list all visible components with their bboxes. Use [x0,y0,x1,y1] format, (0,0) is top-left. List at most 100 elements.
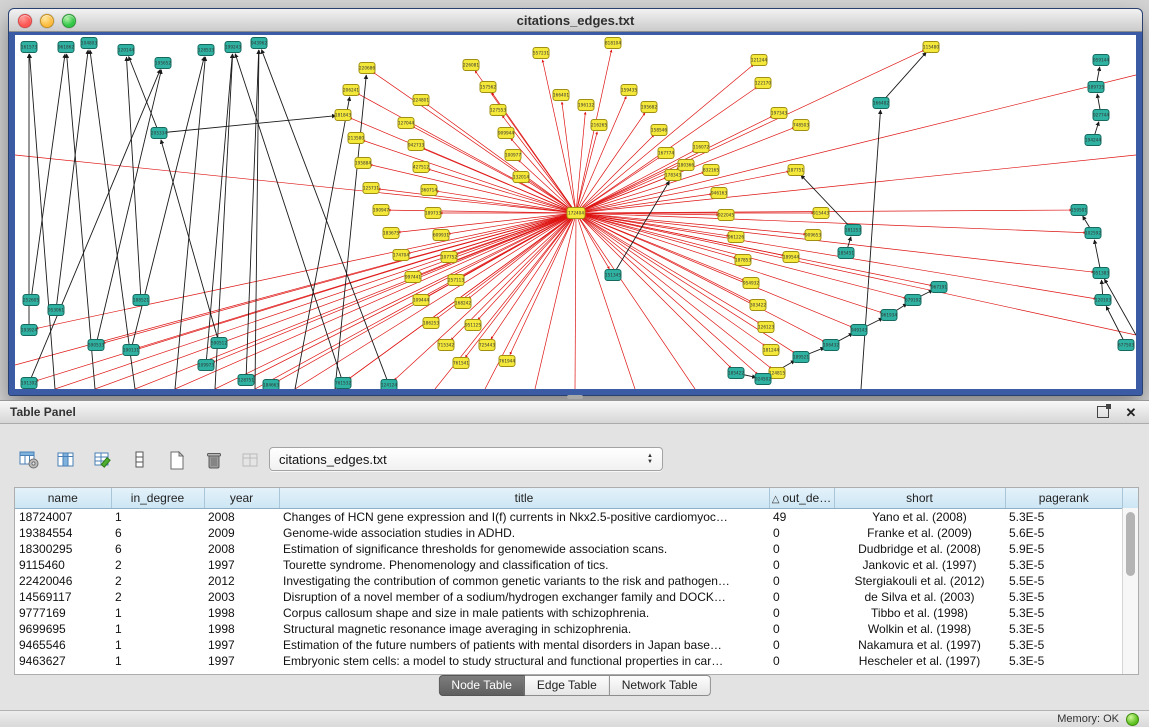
table-row[interactable]: 1830029562008Estimation of significance … [15,541,1122,557]
graph-node[interactable]: 151345 [605,270,621,281]
graph-node[interactable]: 102592 [1085,228,1101,239]
graph-node[interactable]: 184663 [263,380,279,390]
graph-node[interactable]: 121244 [751,55,767,66]
graph-node[interactable]: 954932 [743,278,759,289]
table-cell[interactable]: Genome-wide association studies in ADHD. [279,525,769,541]
graph-node[interactable]: 188521 [133,295,149,306]
graph-node[interactable]: 125731 [363,183,379,194]
table-row[interactable]: 977716911998Corpus callosum shape and si… [15,605,1122,621]
graph-node[interactable]: 924502 [755,374,771,385]
table-cell[interactable]: 2 [111,573,204,589]
graph-node[interactable]: 187751 [788,165,804,176]
graph-node[interactable]: 181843 [335,110,351,121]
new-table-button[interactable] [164,447,190,473]
graph-node[interactable]: 167774 [658,148,674,159]
graph-node[interactable]: 951125 [465,320,481,331]
vertical-scrollbar[interactable] [1122,508,1138,674]
table-cell[interactable]: Tourette syndrome. Phenomenology and cla… [279,557,769,573]
table-cell[interactable]: 0 [769,637,834,653]
table-mode-button[interactable] [16,447,42,473]
table-cell[interactable]: 2 [111,557,204,573]
graph-node[interactable]: 157562 [480,82,496,93]
column-header-in_degree[interactable]: in_degree [111,488,204,509]
graph-node[interactable]: 190131 [123,345,139,356]
graph-node[interactable]: 206241 [343,85,359,96]
table-cell[interactable]: 2008 [204,509,279,526]
graph-node[interactable]: 961862 [58,42,74,53]
graph-node[interactable]: 187853 [735,255,751,266]
table-cell[interactable]: Disruption of a novel member of a sodium… [279,589,769,605]
table-cell[interactable]: Investigating the contribution of common… [279,573,769,589]
graph-node[interactable]: 183675 [383,228,399,239]
row-height-button[interactable] [127,447,153,473]
table-cell[interactable]: 1 [111,509,204,526]
graph-node[interactable]: 959144 [1093,55,1109,66]
graph-node[interactable]: 220686 [359,63,375,74]
table-cell[interactable]: 9465546 [15,637,111,653]
graph-node[interactable]: 252605 [23,295,39,306]
table-cell[interactable]: 5.3E-5 [1005,605,1122,621]
table-cell[interactable]: 0 [769,541,834,557]
graph-node[interactable]: 190947 [373,205,389,216]
table-cell[interactable]: 1 [111,637,204,653]
table-row[interactable]: 911546021997Tourette syndrome. Phenomeno… [15,557,1122,573]
table-row[interactable]: 946362711997Embryonic stem cells: a mode… [15,653,1122,669]
graph-node[interactable]: 953061 [48,305,64,316]
graph-node[interactable]: 195682 [641,102,657,113]
graph-node[interactable]: 590533 [88,340,104,351]
table-cell[interactable]: 2 [111,589,204,605]
tab-edge-table[interactable]: Edge Table [525,675,610,696]
graph-node[interactable]: 360714 [421,185,437,196]
window-titlebar[interactable]: citations_edges.txt [9,9,1142,32]
graph-node[interactable]: 748503 [793,120,809,131]
float-panel-button[interactable] [1095,404,1111,420]
show-columns-button[interactable] [53,447,79,473]
panel-resize-handle[interactable] [567,395,583,399]
table-cell[interactable]: 0 [769,573,834,589]
graph-node[interactable]: 181253 [845,225,861,236]
graph-node[interactable]: 943962 [251,38,267,49]
graph-node[interactable]: 761532 [335,378,351,389]
table-cell[interactable]: 0 [769,621,834,637]
table-cell[interactable]: Hescheler et al. (1997) [834,653,1005,669]
graph-node[interactable]: 725443 [479,340,495,351]
table-row[interactable]: 1456911722003Disruption of a novel membe… [15,589,1122,605]
zoom-button[interactable] [62,14,76,28]
graph-node[interactable]: 557231 [533,48,549,59]
graph-node[interactable]: 120144 [118,45,134,56]
graph-node[interactable]: 116072 [693,142,709,153]
table-cell[interactable]: 9463627 [15,653,111,669]
table-cell[interactable]: Corpus callosum shape and size in male p… [279,605,769,621]
graph-node[interactable]: 172404 [567,208,585,219]
graph-node[interactable]: 195884 [355,158,371,169]
graph-node[interactable]: 927744 [1093,110,1109,121]
graph-node[interactable]: 715342 [438,340,454,351]
table-cell[interactable]: 5.3E-5 [1005,509,1122,526]
graph-node[interactable]: 120103 [1095,295,1111,306]
table-cell[interactable]: 0 [769,525,834,541]
graph-node[interactable]: 109973 [198,360,214,371]
table-cell[interactable]: 1997 [204,557,279,573]
table-row[interactable]: 1872400712008Changes of HCN gene express… [15,509,1122,526]
graph-node[interactable]: 107752 [441,252,457,263]
column-header-title[interactable]: title [279,488,769,509]
graph-node[interactable]: 166482 [873,98,889,109]
table-cell[interactable]: 6 [111,525,204,541]
graph-node[interactable]: 159581 [1071,205,1087,216]
graph-node[interactable]: 158546 [651,125,667,136]
graph-node[interactable]: 193924 [21,325,37,336]
graph-node[interactable]: 922045 [718,210,734,221]
graph-node[interactable]: 178343 [665,170,681,181]
graph-node[interactable]: 427512 [413,162,429,173]
graph-node[interactable]: 590512 [211,338,227,349]
graph-node[interactable]: 967191 [931,282,947,293]
graph-node[interactable]: 915443 [813,208,829,219]
network-selector[interactable]: citations_edges.txt ▲▼ [269,447,663,471]
graph-node[interactable]: 115480 [923,42,939,53]
graph-node[interactable]: 189733 [425,208,441,219]
table-cell[interactable]: 5.3E-5 [1005,621,1122,637]
graph-node[interactable]: 949143 [851,325,867,336]
graph-node[interactable]: 168242 [455,298,471,309]
table-cell[interactable]: 1997 [204,653,279,669]
column-header-out_de[interactable]: △out_de… [769,488,834,509]
